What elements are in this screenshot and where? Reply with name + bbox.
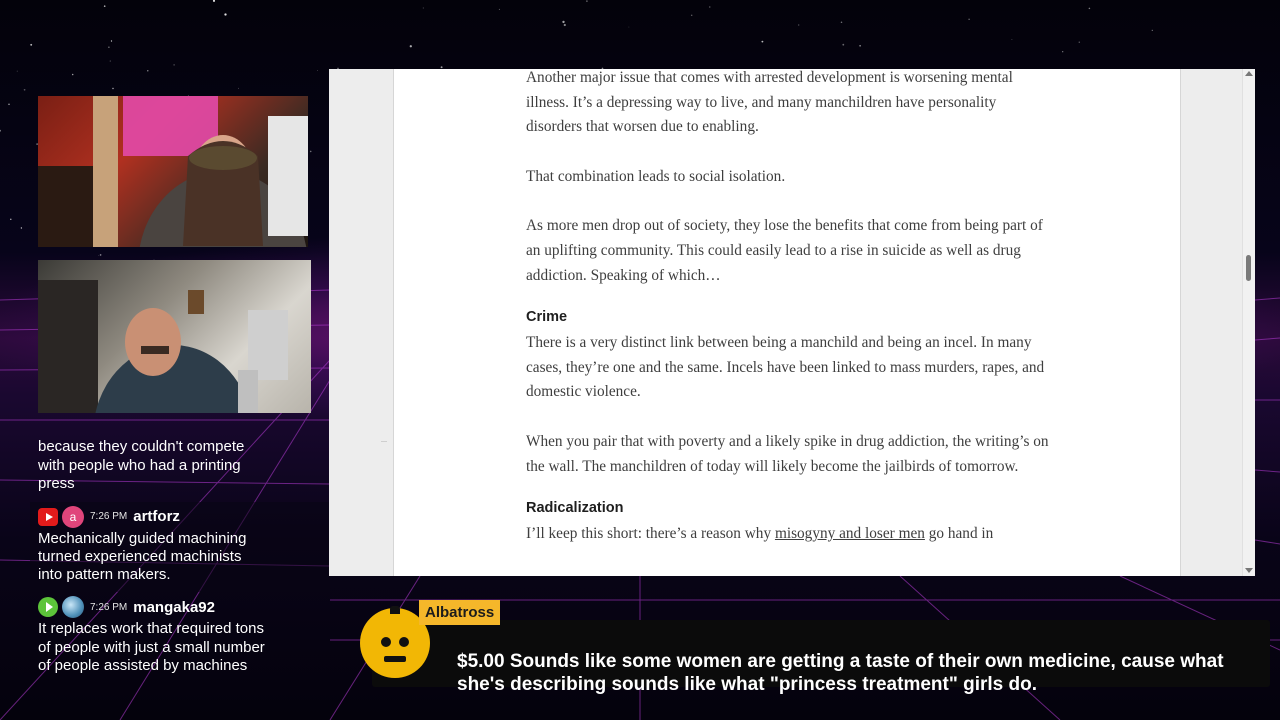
article-page[interactable]: Another major issue that comes with arre… (393, 69, 1181, 576)
article-body: Another major issue that comes with arre… (526, 69, 1051, 547)
webcam-host-2 (38, 260, 311, 413)
chat-message-text: because they couldn't compete with peopl… (38, 438, 245, 492)
article-paragraph: As more men drop out of society, they lo… (526, 217, 1043, 284)
robot-antenna (390, 606, 400, 614)
chat-feed: because they couldn't compete with peopl… (30, 436, 330, 683)
scrollbar-thumb[interactable] (1246, 255, 1251, 281)
donor-name: Albatross (419, 600, 501, 625)
robot-mouth (384, 656, 406, 662)
donation-alert-bar: $5.00 Sounds like some women are getting… (372, 620, 1270, 695)
robot-eye (399, 637, 409, 647)
play-icon (38, 597, 58, 618)
section-heading-radicalization: Radicalization (526, 500, 624, 517)
chat-message-text: Mechanically guided machining turned exp… (38, 529, 247, 584)
section-heading-crime: Crime (526, 309, 568, 326)
donation-message: $5.00 Sounds like some women are getting… (457, 651, 1224, 695)
webcam-host-1-image (38, 96, 308, 247)
webcam-host-1 (38, 96, 308, 247)
browser-window[interactable]: Another major issue that comes with arre… (329, 69, 1255, 576)
chat-timestamp: 7:26 PM (90, 511, 128, 522)
user-avatar: a (62, 505, 84, 528)
article-text: I’ll keep this short: there’s a reason w… (526, 525, 775, 543)
article-paragraph: There is a very distinct link between be… (526, 334, 1045, 401)
article-paragraph: I’ll keep this short: there’s a reason w… (526, 522, 1051, 547)
robot-eye (381, 637, 391, 647)
chat-message-fragment: because they couldn't compete with peopl… (30, 436, 330, 502)
chat-message: a 7:26 PM artforz Mechanically guided ma… (30, 501, 330, 593)
article-link[interactable]: misogyny and loser men (775, 525, 925, 542)
chat-message-header: a 7:26 PM artforz (38, 504, 330, 530)
chat-username: artforz (133, 508, 180, 525)
scroll-down-arrow-icon[interactable] (1245, 568, 1253, 573)
article-paragraph: Another major issue that comes with arre… (526, 69, 1013, 136)
article-text: go hand in (924, 525, 994, 543)
article-paragraph: That combination leads to social isolati… (526, 167, 786, 185)
webcam-host-2-image (38, 280, 288, 413)
chat-message-header: 7:26 PM mangaka92 (38, 594, 330, 620)
globe-avatar-icon (62, 596, 84, 619)
chat-message: 7:26 PM mangaka92 It replaces work that … (30, 592, 330, 683)
vertical-scrollbar[interactable] (1242, 69, 1255, 576)
chat-username: mangaka92 (133, 598, 215, 616)
article-paragraph: When you pair that with poverty and a li… (526, 432, 1049, 475)
margin-marker (381, 441, 387, 442)
chat-timestamp: 7:26 PM (90, 601, 128, 613)
scroll-up-arrow-icon[interactable] (1245, 71, 1253, 76)
youtube-icon (38, 507, 58, 526)
donation-alert: $5.00 Sounds like some women are getting… (360, 600, 1270, 695)
chat-message-text: It replaces work that required tons of p… (38, 620, 265, 674)
